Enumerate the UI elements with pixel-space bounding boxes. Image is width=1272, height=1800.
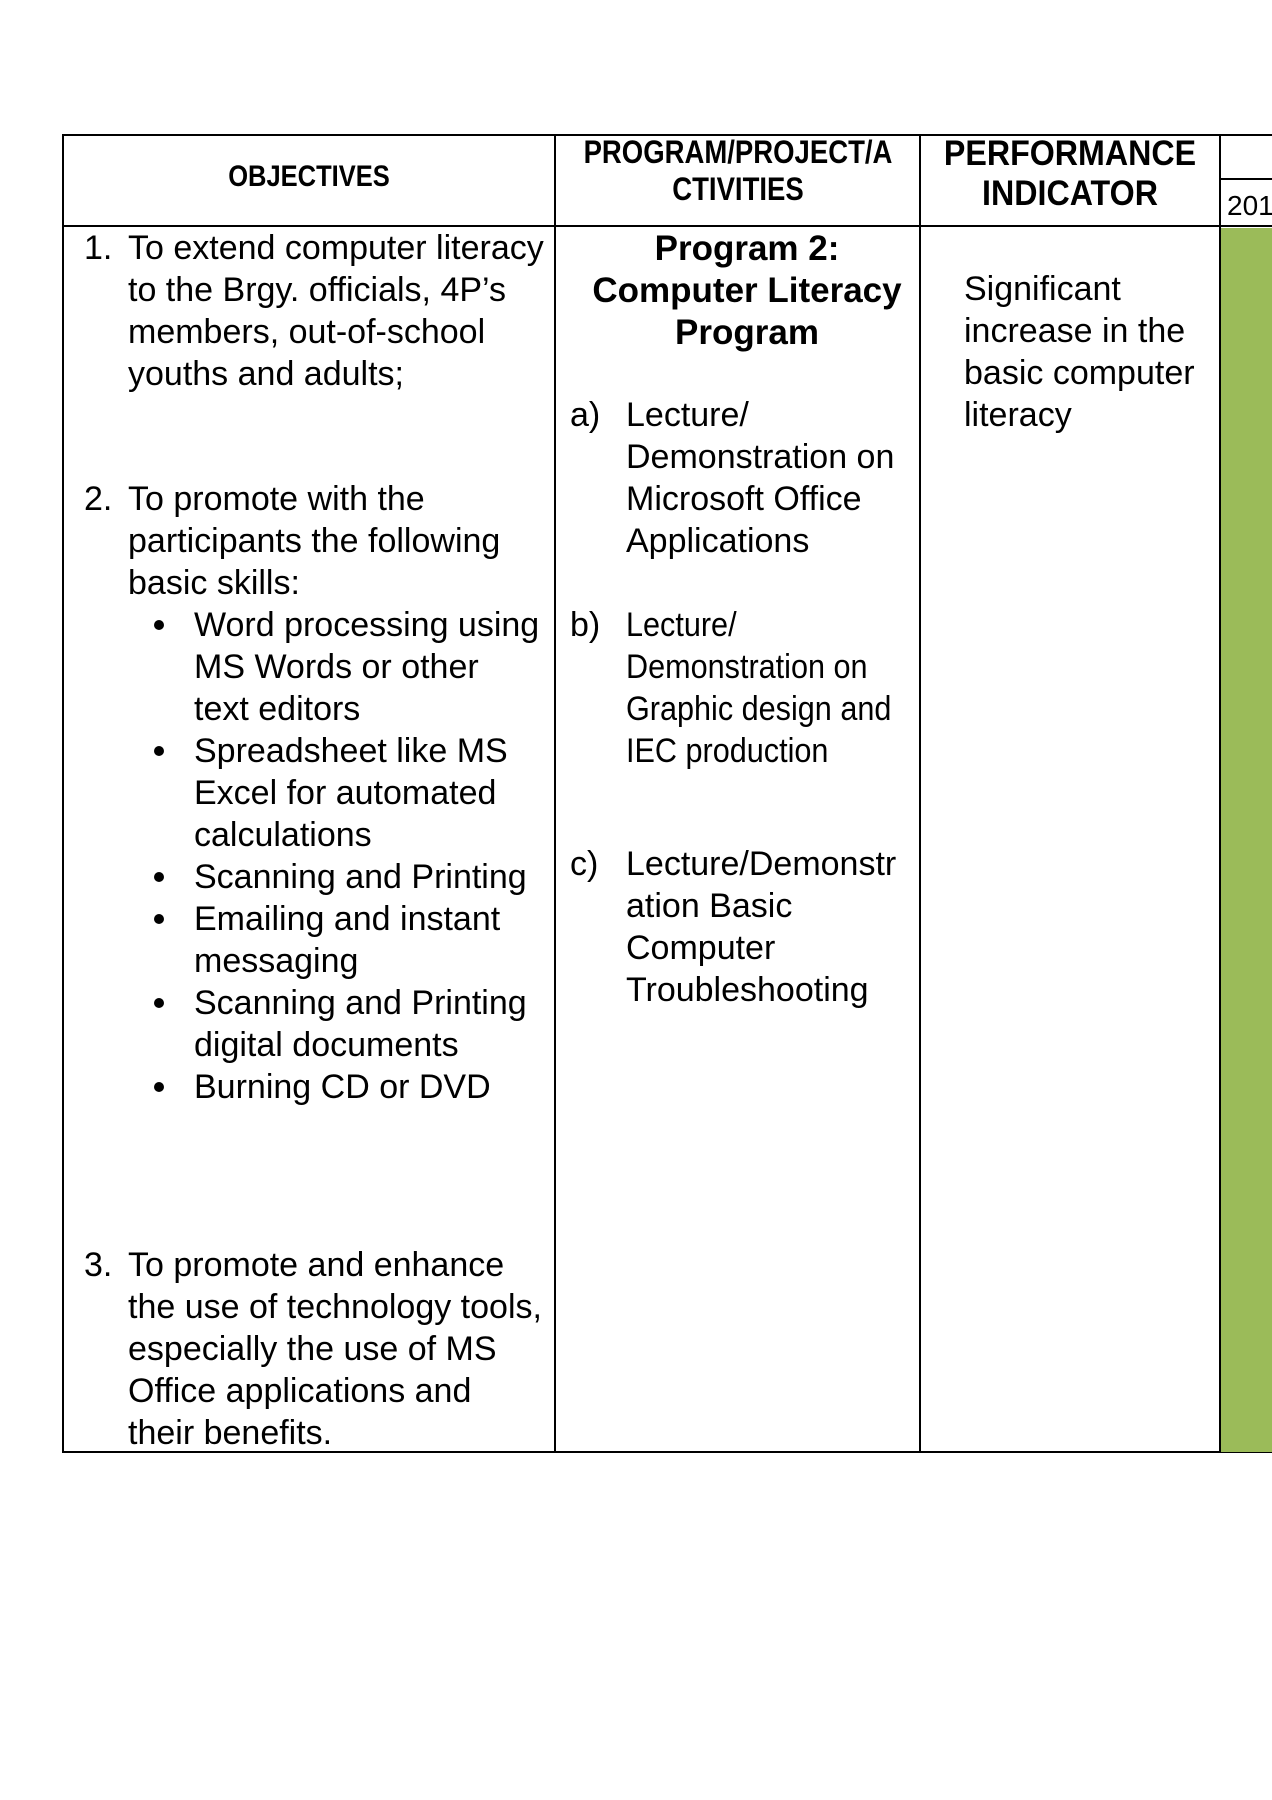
header-program: PROGRAM/PROJECT/A CTIVITIES [583, 134, 893, 207]
objective-text: To extend computer literacy to the Brgy.… [128, 229, 544, 393]
skill-text: Scanning and Printing digital documents [194, 984, 527, 1064]
activity-c: c) Lecture/Demonstr ation Basic Computer… [570, 843, 920, 1011]
objective-number: 2. [84, 480, 113, 518]
activity-a: a) Lecture/ Demonstration on Microsoft O… [570, 394, 920, 562]
list-item: Burning CD or DVD [150, 1066, 540, 1108]
header-objectives: OBJECTIVES [228, 160, 390, 193]
activity-text: Lecture/ Demonstration on Microsoft Offi… [626, 396, 895, 560]
bullet-icon [154, 872, 164, 882]
objective-number: 1. [84, 229, 113, 267]
objective-number: 3. [84, 1246, 113, 1284]
bullet-icon [154, 746, 164, 756]
objective-1: 1. To extend computer literacy to the Br… [84, 227, 544, 395]
header-performance-indicator: PERFORMANCE INDICATOR [943, 134, 1197, 214]
bullet-icon [154, 620, 164, 630]
year-column-fill [1221, 228, 1272, 1452]
skill-text: Spreadsheet like MS Excel for automated … [194, 732, 508, 854]
activity-letter: c) [570, 845, 599, 883]
skill-text: Burning CD or DVD [194, 1068, 491, 1106]
activity-text: Lecture/ Demonstration on Graphic design… [626, 606, 892, 770]
list-item: Scanning and Printing [150, 856, 540, 898]
objective-2: 2. To promote with the participants the … [84, 478, 544, 604]
year-subheader-border [1221, 178, 1272, 180]
activity-b: b) Lecture/ Demonstration on Graphic des… [570, 604, 920, 772]
activity-letter: a) [570, 396, 601, 434]
list-item: Word processing using MS Words or other … [150, 604, 540, 730]
list-item: Emailing and instant messaging [150, 898, 540, 982]
bullet-icon [154, 998, 164, 1008]
activity-letter: b) [570, 606, 601, 644]
activity-text: Lecture/Demonstr ation Basic Computer Tr… [626, 845, 897, 1009]
objective-text: To promote and enhance the use of techno… [128, 1246, 542, 1452]
objective-text: To promote with the participants the fol… [128, 480, 501, 602]
program-title: Program 2: Computer Literacy Program [592, 229, 902, 352]
header-year: 201 [1227, 190, 1272, 221]
list-item: Spreadsheet like MS Excel for automated … [150, 730, 540, 856]
performance-indicator-text: Significant increase in the basic comput… [964, 270, 1195, 434]
column-divider-1 [554, 134, 556, 1453]
table-left-border [62, 134, 64, 1453]
list-item: Scanning and Printing digital documents [150, 982, 540, 1066]
skill-text: Word processing using MS Words or other … [194, 606, 540, 728]
skill-text: Emailing and instant messaging [194, 900, 501, 980]
bullet-icon [154, 914, 164, 924]
document-page: OBJECTIVES PROGRAM/PROJECT/A CTIVITIES P… [0, 0, 1272, 1800]
bullet-icon [154, 1082, 164, 1092]
skills-list: Word processing using MS Words or other … [150, 604, 540, 1108]
skill-text: Scanning and Printing [194, 858, 527, 896]
objective-3: 3. To promote and enhance the use of tec… [84, 1244, 544, 1454]
